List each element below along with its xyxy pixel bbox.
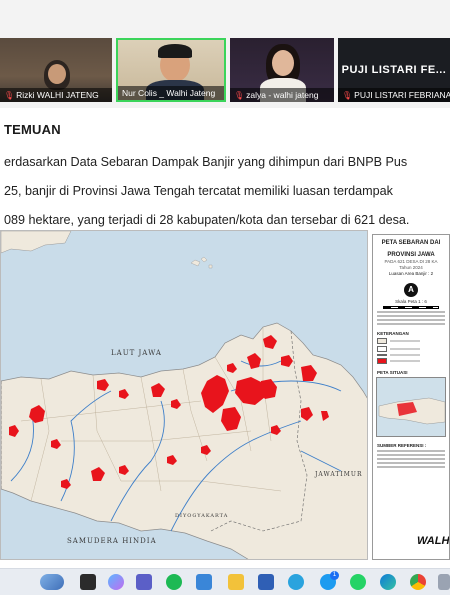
flood-map: LAUT JAWA SAMUDERA HINDIA JAWATIMUR DIYO… <box>0 230 450 568</box>
participant-tile[interactable]: PUJI LISTARI FE... 🎙 PUJI LISTARI FEBRIAN… <box>338 38 450 102</box>
weather-icon[interactable] <box>40 574 64 590</box>
map-drawing <box>1 231 367 559</box>
legend-row <box>377 346 445 352</box>
spotify-icon[interactable] <box>166 574 182 590</box>
participant-tile[interactable]: 🎙 Rizki WALHI JATENG <box>0 38 112 102</box>
whatsapp-icon[interactable] <box>350 574 366 590</box>
notification-badge: 1 <box>330 571 339 580</box>
taskview-icon[interactable] <box>80 574 96 590</box>
reference-heading: SUMBER REFERENSI : <box>377 443 427 448</box>
legend-row <box>377 354 445 356</box>
inset-map <box>376 377 446 437</box>
legend-heading: KETERANGAN <box>377 331 409 336</box>
sea-label: SAMUDERA HINDIA <box>67 537 157 545</box>
meeting-window: 🎙 Rizki WALHI JATENG Nur Colis _ Walhi Ja… <box>0 0 450 595</box>
scale-label: Skala Peta 1 : 6 <box>395 299 427 304</box>
region-label: DIYOGYAKARTA <box>175 513 229 519</box>
region-label: JAWATIMUR <box>315 471 363 478</box>
mic-muted-icon: 🎙 <box>342 91 353 100</box>
edge-icon[interactable] <box>380 574 396 590</box>
river-swatch <box>377 354 387 356</box>
legend-title-2: PROVINSI JAWA <box>387 252 435 258</box>
reference-lines <box>373 450 449 468</box>
explorer-icon[interactable] <box>228 574 244 590</box>
map-legend-panel: PETA SEBARAN DAI PROVINSI JAWA PADA 621 … <box>372 234 450 560</box>
section-title: TEMUAN <box>4 122 61 137</box>
legend-area: Luasan Area Banjir : 2 <box>388 271 434 276</box>
participant-tile-active[interactable]: Nur Colis _ Walhi Jateng <box>116 38 226 102</box>
paragraph-line: 25, banjir di Provinsi Jawa Tengah terca… <box>4 184 393 198</box>
participant-tile[interactable]: 🎙 zalya - walhi jateng <box>230 38 334 102</box>
mic-muted-icon: 🎙 <box>4 91 15 100</box>
shared-slide: TEMUAN erdasarkan Data Sebaran Dampak Ba… <box>0 108 450 568</box>
boundary-swatch <box>377 346 387 352</box>
store-icon[interactable] <box>196 574 212 590</box>
legend-title: PETA SEBARAN DAI <box>381 240 441 246</box>
teams-icon[interactable] <box>136 574 152 590</box>
telegram-icon[interactable] <box>288 574 304 590</box>
more-icon[interactable] <box>438 574 450 590</box>
paragraph-line: erdasarkan Data Sebaran Dampak Banjir ya… <box>4 155 408 169</box>
flood-swatch <box>377 358 387 364</box>
participant-name: 🎙 Rizki WALHI JATENG <box>0 88 112 102</box>
inset-heading: PETA SITUASI <box>377 370 408 375</box>
participant-name: Nur Colis _ Walhi Jateng <box>118 86 224 100</box>
map-metadata <box>373 311 449 325</box>
chrome-icon[interactable] <box>410 574 426 590</box>
participant-display-name: PUJI LISTARI FE... <box>341 64 447 76</box>
land-swatch <box>377 338 387 344</box>
participant-name: 🎙 PUJI LISTARI FEBRIANA <box>338 88 450 102</box>
legend-row <box>377 338 445 344</box>
taskbar: 1 <box>0 568 450 595</box>
copilot-icon[interactable] <box>108 574 124 590</box>
map-main-frame: LAUT JAWA SAMUDERA HINDIA JAWATIMUR DIYO… <box>0 230 368 560</box>
north-arrow-icon: A <box>404 283 418 297</box>
scale-bar <box>383 306 439 309</box>
walhi-logo: WALH <box>417 535 450 547</box>
legend-row <box>377 358 445 364</box>
app-icon[interactable] <box>258 574 274 590</box>
participant-strip: 🎙 Rizki WALHI JATENG Nur Colis _ Walhi Ja… <box>0 0 450 108</box>
mic-muted-icon: 🎙 <box>234 91 245 100</box>
findings-paragraph: erdasarkan Data Sebaran Dampak Banjir ya… <box>4 148 450 235</box>
participant-name: 🎙 zalya - walhi jateng <box>230 88 334 102</box>
sea-label: LAUT JAWA <box>111 349 162 357</box>
